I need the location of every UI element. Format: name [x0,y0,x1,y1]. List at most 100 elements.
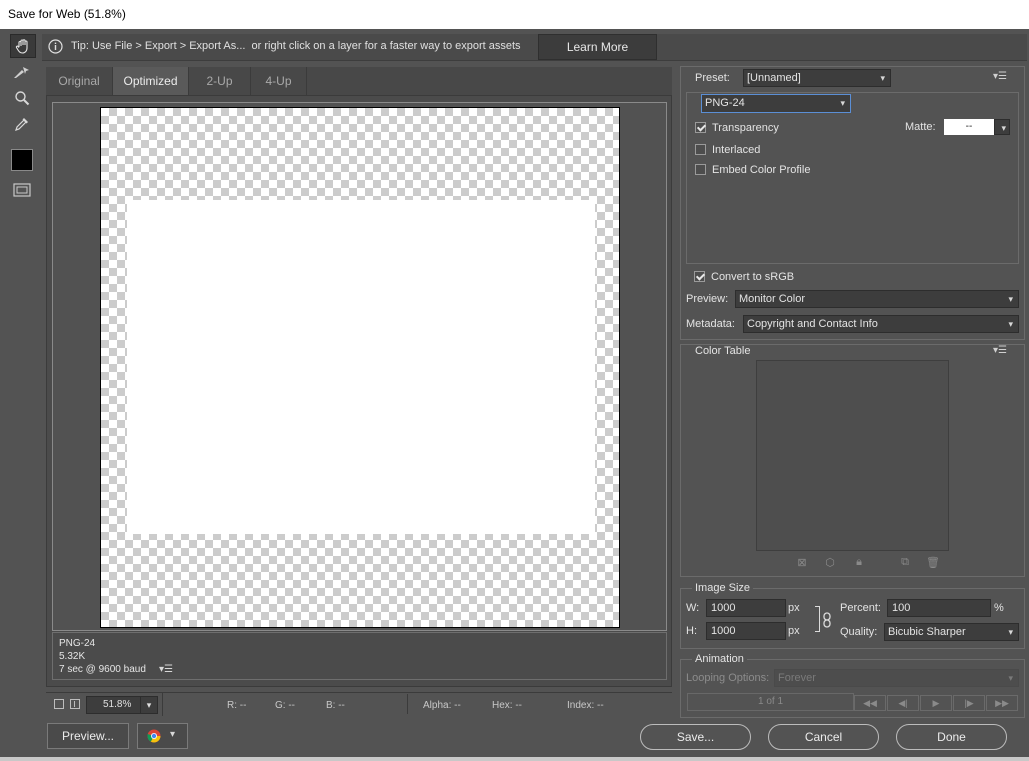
last-frame-icon[interactable]: ▶▶ [986,695,1018,711]
matte-dropdown[interactable]: ▾ [994,119,1010,135]
tip-bar: Tip: Use File > Export > Export As... or… [42,34,1027,61]
preview-mode-value: Monitor Color [739,293,806,305]
chevron-down-icon: ▾ [1008,673,1013,683]
bottom-strip [0,757,1029,761]
download-time-menu-icon[interactable]: ▾☰ [159,664,173,675]
tip-text: Tip: Use File > Export > Export As... or… [71,40,521,52]
format-settings-box [686,92,1019,264]
red-readout: R: -- [227,700,247,711]
percent-label: Percent: [840,602,881,614]
color-table-title: Color Table [695,345,751,357]
percent-input[interactable]: 100 [887,599,991,617]
color-table-grid[interactable] [756,360,949,551]
embed-color-profile-label: Embed Color Profile [712,164,811,176]
lock-color-icon: 🔒︎ [856,556,862,568]
web-shift-icon: ⬡ [825,557,835,569]
file-format-value: PNG-24 [705,97,745,109]
preset-label: Preset: [695,72,730,84]
window-title: Save for Web (51.8%) [8,7,126,21]
embed-color-profile-checkbox[interactable] [695,164,706,175]
transparency-checkbox[interactable] [695,122,706,133]
percent-unit: % [994,602,1004,614]
tab-original[interactable]: Original [46,67,113,95]
matte-label: Matte: [905,121,936,133]
interlaced-checkbox[interactable] [695,144,706,155]
quality-select[interactable]: Bicubic Sharper ▾ [884,623,1019,641]
browser-preview-select[interactable]: ▾ [137,723,188,749]
width-label: W: [686,602,700,614]
link-chain-icon[interactable] [822,612,832,631]
blue-readout: B: -- [326,700,345,711]
file-format-select[interactable]: PNG-24 ▾ [701,94,851,113]
hand-tool-icon[interactable] [10,34,36,58]
looping-options-value: Forever [778,672,816,684]
preset-select[interactable]: [Unnamed] ▾ [743,69,891,87]
settings-menu-icon[interactable]: ▾☰ [993,71,1007,82]
animation-title: Animation [692,653,747,665]
info-download-time: 7 sec @ 9600 baud [59,664,146,675]
next-frame-icon[interactable]: |▶ [953,695,985,711]
looping-options-select[interactable]: Forever ▾ [774,669,1019,687]
image-size-title: Image Size [692,582,754,594]
info-file-size: 5.32K [59,651,86,662]
zoom-level-select[interactable]: 51.8% ▾ [86,696,158,714]
index-readout: Index: -- [567,700,604,711]
width-unit: px [788,602,800,614]
image-content-white [127,200,595,534]
chevron-down-icon: ▾ [170,729,176,740]
toggle-slices-icon[interactable] [10,179,34,201]
info-format: PNG-24 [59,638,96,649]
interlaced-label: Interlaced [712,144,761,156]
convert-srgb-checkbox[interactable] [694,271,705,282]
preview-mode-label: Preview: [686,293,729,305]
metadata-label: Metadata: [686,318,735,330]
eyedropper-icon[interactable] [10,113,34,135]
chevron-down-icon: ▾ [1001,123,1006,133]
map-transparent-icon: ⊠ [797,557,807,569]
metadata-value: Copyright and Contact Info [747,318,878,330]
learn-more-button[interactable]: Learn More [538,34,657,60]
zoom-icon[interactable] [10,87,34,109]
first-frame-icon[interactable]: ◀◀ [854,695,886,711]
transparency-label: Transparency [712,122,779,134]
view-tabs: Original Optimized 2-Up 4-Up [46,67,672,95]
eyedropper-color-swatch-icon[interactable] [11,149,33,171]
zoom-out-icon[interactable] [54,699,64,709]
chevron-down-icon: ▾ [1008,294,1013,304]
info-icon [48,39,63,57]
status-divider [407,694,408,714]
zoom-level-value: 51.8% [103,699,132,710]
preview-mode-select[interactable]: Monitor Color ▾ [735,290,1019,308]
tab-4-up[interactable]: 4-Up [251,67,307,95]
trash-icon: 🗑︎ [926,557,940,569]
link-bracket [815,606,820,632]
preview-button[interactable]: Preview... [47,723,129,749]
browser-icon [147,729,161,746]
chevron-down-icon: ▾ [1008,627,1013,637]
looping-options-label: Looping Options: [686,672,770,684]
matte-color-swatch[interactable]: -- [944,119,994,135]
chevron-down-icon: ▾ [140,697,157,713]
color-table-menu-icon[interactable]: ▾☰ [993,345,1007,356]
width-input[interactable]: 1000 [706,599,786,617]
slice-select-icon[interactable] [10,61,34,83]
previous-frame-icon[interactable]: ◀| [887,695,919,711]
green-readout: G: -- [275,700,295,711]
tool-bar [7,34,37,206]
tab-2-up[interactable]: 2-Up [189,67,251,95]
metadata-select[interactable]: Copyright and Contact Info ▾ [743,315,1019,333]
hex-readout: Hex: -- [492,700,522,711]
status-divider [162,692,163,716]
chevron-down-icon: ▾ [880,73,885,83]
done-button[interactable]: Done [896,724,1007,750]
play-icon[interactable]: ▶ [920,695,952,711]
zoom-in-icon[interactable] [70,699,80,709]
height-label: H: [686,625,697,637]
cancel-button[interactable]: Cancel [768,724,879,750]
height-input[interactable]: 1000 [706,622,786,640]
save-button[interactable]: Save... [640,724,751,750]
chevron-down-icon: ▾ [1008,319,1013,329]
quality-label: Quality: [840,626,878,638]
quality-value: Bicubic Sharper [888,626,966,638]
tab-optimized[interactable]: Optimized [113,67,189,95]
